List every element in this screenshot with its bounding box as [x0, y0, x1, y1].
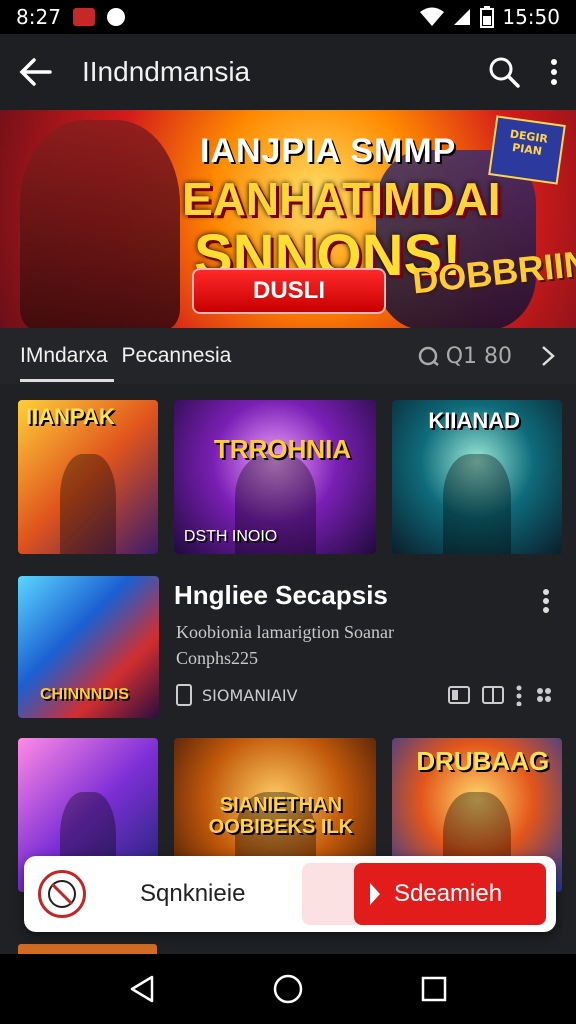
system-nav-bar: [0, 954, 576, 1024]
nav-back-icon[interactable]: [128, 974, 156, 1004]
search-icon[interactable]: [488, 56, 520, 88]
banner-headline-2: EANHATIMDAI: [182, 173, 501, 225]
game-tile-peek[interactable]: [389, 944, 558, 954]
tile-caption: DRUBAAG: [416, 746, 550, 776]
game-tile-peek[interactable]: [18, 944, 157, 954]
phone-icon: [176, 684, 192, 706]
tab-active[interactable]: IMndarxa: [20, 344, 114, 382]
tile-footer: DSTH INOIO: [183, 528, 278, 545]
app-bar: IIndndmansia: [0, 34, 576, 110]
thumb-caption: CHINNNDIS: [40, 686, 129, 703]
status-clock: 15:50: [502, 5, 560, 29]
bottom-button-wrap: Sdeamieh: [302, 863, 546, 925]
tile-caption: TRROHNIA: [213, 434, 352, 464]
game-tile[interactable]: IIANPAK: [18, 400, 158, 554]
tile-caption: IIANPAK: [26, 404, 115, 429]
more-vert-icon[interactable]: [550, 58, 558, 86]
status-time: 8:27: [16, 5, 61, 29]
game-meta: SIOMANIAIV: [176, 684, 298, 706]
gamepad-icon[interactable]: [534, 685, 554, 705]
banner-tag: DEGIR PIAN: [488, 115, 566, 185]
notification-icon: [106, 8, 125, 26]
banner-cta-button[interactable]: DUSLI: [192, 268, 386, 314]
tile-artwork: [443, 453, 512, 554]
nav-home-icon[interactable]: [272, 973, 304, 1005]
screen-icon[interactable]: [448, 686, 470, 704]
tile-caption: KIIANAD: [428, 408, 520, 433]
primary-action-button[interactable]: Sdeamieh: [354, 863, 546, 925]
game-tile[interactable]: KIIANAD: [392, 400, 562, 554]
chevron-right-icon[interactable]: [540, 345, 556, 367]
battery-icon: [480, 6, 495, 28]
no-ads-icon: [38, 870, 86, 918]
chat-bubble-icon: [418, 346, 439, 366]
book-icon[interactable]: [482, 686, 504, 704]
page-title: IIndndmansia: [82, 56, 251, 87]
tile-artwork: [59, 453, 116, 554]
game-title: Hngliee Secapsis: [174, 580, 388, 610]
game-thumbnail[interactable]: CHINNNDIS: [18, 576, 159, 718]
game-meta-text: SIOMANIAIV: [202, 685, 298, 705]
app-notification-icon: [72, 8, 95, 26]
bottom-card-label: Sqnknieie: [140, 880, 246, 907]
count-indicator[interactable]: Q1 80: [418, 344, 556, 369]
game-grid-row-1: IIANPAK TRROHNIA DSTH INOIO KIIANAD: [18, 400, 562, 554]
tab-bar: IMndarxa Pecannesia Q1 80: [0, 328, 576, 384]
signal-icon: [454, 9, 471, 25]
game-subtitle-2: Conphs225: [176, 648, 259, 668]
banner-headline-1: IANJPIA SMMP: [200, 132, 457, 170]
game-tile-peek[interactable]: [172, 944, 374, 954]
tab-second[interactable]: Pecannesia: [122, 344, 232, 368]
game-tile[interactable]: TRROHNIA DSTH INOIO: [173, 400, 377, 554]
primary-action-label: Sdeamieh: [394, 880, 503, 907]
nav-recents-icon[interactable]: [420, 975, 448, 1003]
game-grid-row-3-peek: [18, 944, 558, 954]
game-subtitle: Koobionia lamarigtion Soanar: [176, 622, 394, 642]
play-icon: [370, 883, 380, 905]
wifi-icon: [420, 7, 445, 26]
banner-hero-left: [20, 120, 180, 328]
game-actions: [448, 684, 554, 706]
more-vert-icon[interactable]: [542, 588, 550, 614]
back-arrow-icon[interactable]: [18, 57, 52, 87]
more-dots-icon[interactable]: [516, 684, 522, 706]
promo-banner[interactable]: IANJPIA SMMP EANHATIMDAI SNNONS! DUSLI D…: [0, 110, 576, 328]
bottom-action-card: Sqnknieie Sdeamieh: [24, 856, 556, 932]
tile-caption: SIANIETHAN OOBIBEKS ILK: [208, 794, 354, 838]
status-bar: 8:27 15:50: [0, 0, 576, 34]
count-value: Q1 80: [445, 343, 512, 369]
game-list-item[interactable]: CHINNNDIS Hngliee Secapsis Koobionia lam…: [18, 576, 558, 718]
